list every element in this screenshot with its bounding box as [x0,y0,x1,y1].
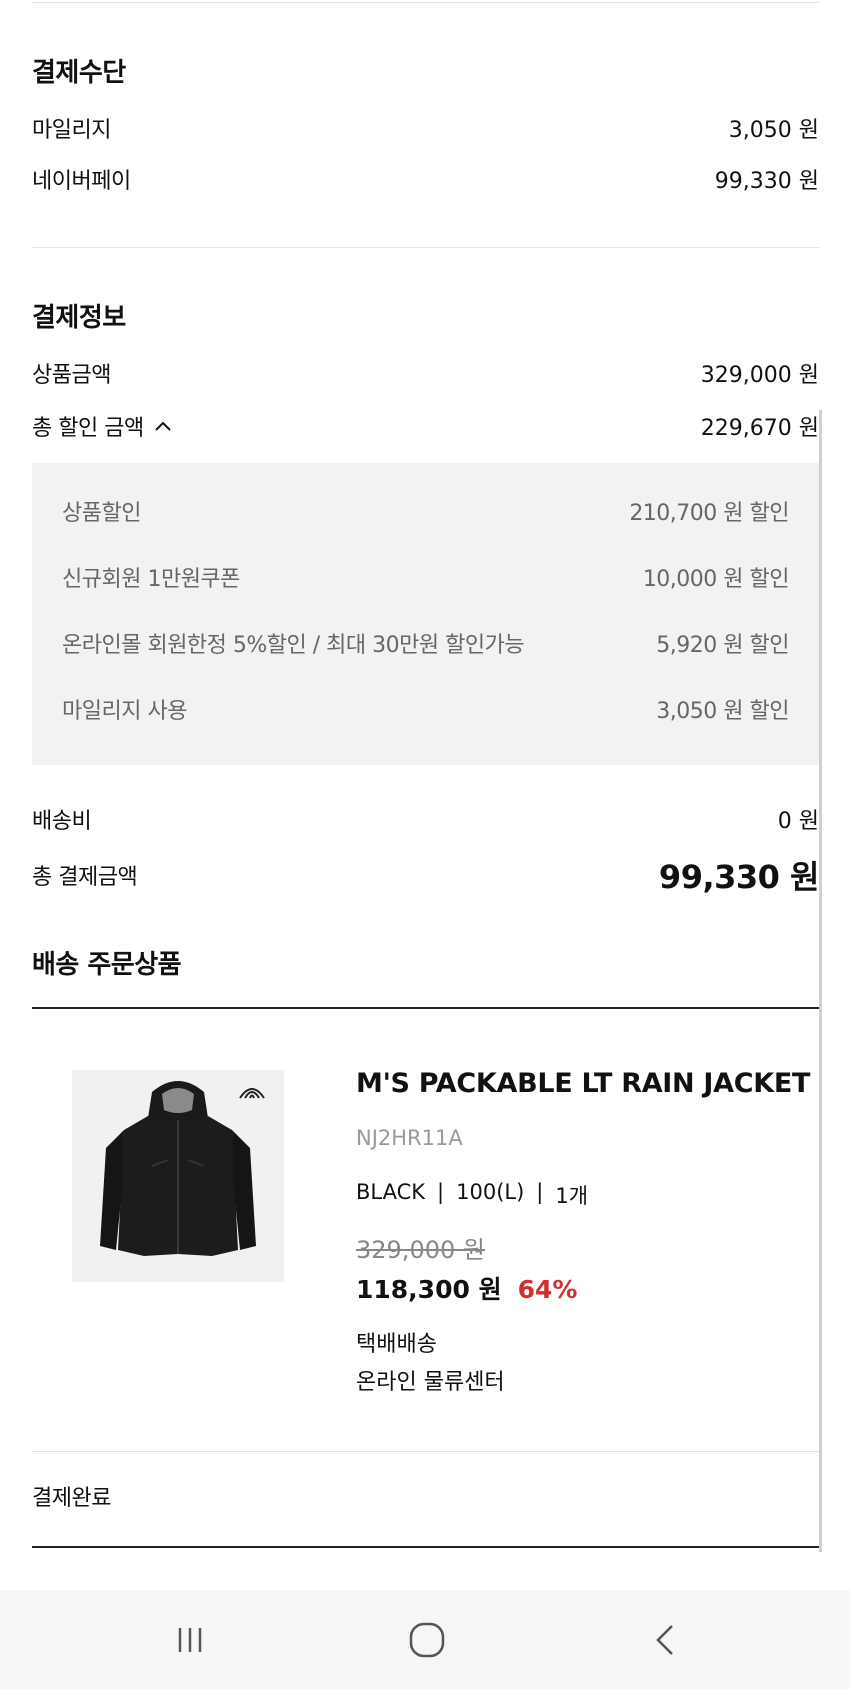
payment-method-label: 네이버페이 [32,169,131,194]
discount-row: 상품할인 210,700 원 할인 [62,495,789,527]
order-detail-page: 결제수단 마일리지 3,050 원 네이버페이 99,330 원 결제정보 상품… [0,0,850,1590]
discount-value: 5,920 원 할인 [656,633,789,658]
discount-label: 상품할인 [62,501,141,526]
payment-info-title: 결제정보 [32,303,126,333]
jacket-image [72,1070,284,1282]
option-separator: | [437,1180,445,1204]
discount-value: 210,700 원 할인 [629,501,789,526]
brand-logo-icon [239,1088,265,1099]
product-code: NJ2HR11A [356,1126,463,1150]
product-image[interactable] [72,1070,284,1282]
product-size: 100(L) [456,1180,525,1204]
sale-price: 118,300 원 [356,1275,502,1304]
recent-apps-button[interactable] [162,1612,218,1668]
section-divider [32,247,819,248]
shipping-fee-row: 배송비 0 원 [32,803,819,835]
discount-detail-panel: 상품할인 210,700 원 할인 신규회원 1만원쿠폰 10,000 원 할인… [32,463,819,765]
product-options: BLACK | 100(L) | 1개 [356,1180,588,1210]
chevron-up-icon [154,421,171,431]
total-payment-row: 총 결제금액 99,330 원 [32,852,820,898]
option-separator: | [536,1180,544,1204]
product-amount-label: 상품금액 [32,363,111,388]
discount-value: 3,050 원 할인 [656,699,789,724]
order-items-divider [32,1007,819,1009]
top-divider [32,2,819,3]
original-price: 329,000 원 [356,1236,485,1264]
bottom-divider [32,1546,819,1548]
shipping-fee-value: 0 원 [777,809,819,834]
total-discount-toggle[interactable]: 총 할인 금액 [32,410,174,442]
recent-apps-icon [178,1628,202,1652]
payment-method-value: 99,330 원 [714,169,819,194]
back-icon [656,1625,673,1655]
total-discount-label: 총 할인 금액 [32,416,144,441]
discount-rate: 64% [517,1275,578,1304]
discount-label: 신규회원 1만원쿠폰 [62,567,240,592]
discount-row: 마일리지 사용 3,050 원 할인 [62,693,789,725]
discount-value: 10,000 원 할인 [642,567,790,592]
payment-method-title: 결제수단 [32,58,126,88]
delivery-type: 택배배송 [356,1332,437,1357]
home-icon [409,1622,445,1658]
payment-method-row-naverpay: 네이버페이 99,330 원 [32,163,819,195]
order-items-title: 배송 주문상품 [32,950,182,980]
back-button[interactable] [638,1612,694,1668]
order-status-row: 결제완료 [32,1480,819,1512]
discount-row: 신규회원 1만원쿠폰 10,000 원 할인 [62,561,790,593]
discount-label: 마일리지 사용 [62,699,187,724]
payment-method-row-mileage: 마일리지 3,050 원 [32,112,819,144]
order-status-label: 결제완료 [32,1486,111,1511]
discount-label: 온라인몰 회원한정 5%할인 / 최대 30만원 할인가능 [62,633,525,658]
total-discount-row: 총 할인 금액 229,670 원 [32,410,819,442]
product-amount-value: 329,000 원 [700,363,819,388]
scrollbar[interactable] [819,410,822,1552]
product-color: BLACK [356,1180,426,1204]
total-discount-value: 229,670 원 [700,416,819,441]
total-payment-value: 99,330 원 [658,858,820,896]
system-navigation-bar [0,1590,850,1689]
product-card[interactable]: M'S PACKABLE LT RAIN JACKET NJ2HR11A BLA… [32,1040,819,1410]
payment-method-value: 3,050 원 [728,118,819,143]
discount-row: 온라인몰 회원한정 5%할인 / 최대 30만원 할인가능 5,920 원 할인 [62,627,789,659]
shipping-fee-label: 배송비 [32,809,92,834]
delivery-center: 온라인 물류센터 [356,1370,505,1395]
payment-method-label: 마일리지 [32,118,111,143]
product-amount-row: 상품금액 329,000 원 [32,357,819,389]
product-name[interactable]: M'S PACKABLE LT RAIN JACKET [356,1068,810,1099]
home-button[interactable] [399,1612,455,1668]
total-payment-label: 총 결제금액 [32,865,138,890]
status-divider [32,1451,819,1452]
sale-price-line: 118,300 원 64% [356,1270,577,1306]
product-quantity: 1개 [555,1184,589,1208]
